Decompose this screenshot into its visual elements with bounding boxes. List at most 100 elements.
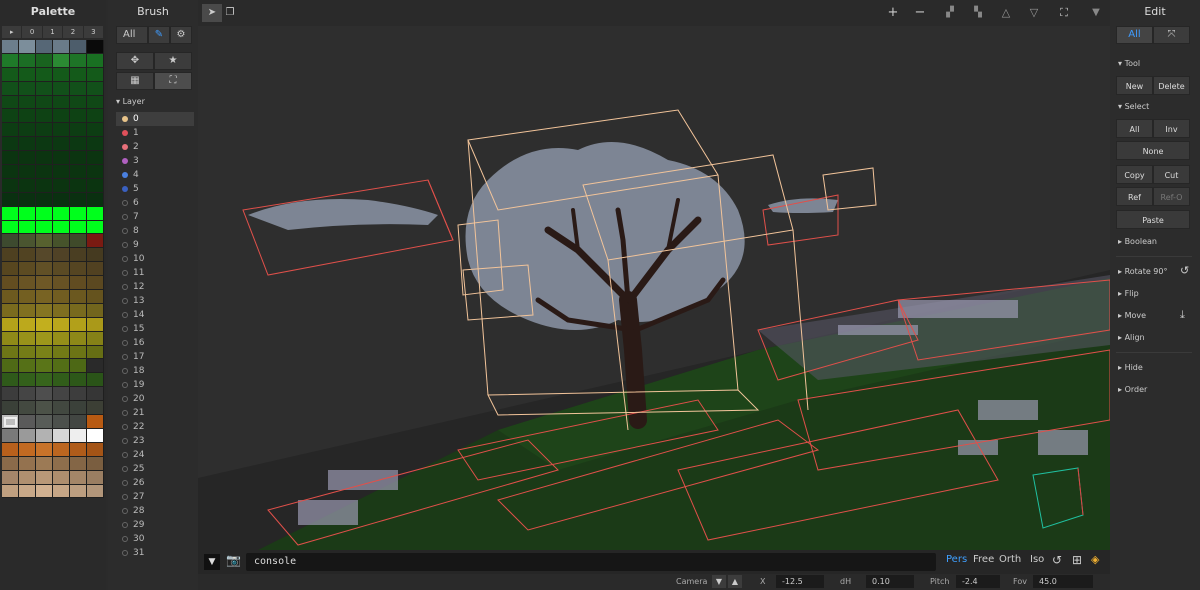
palette-swatch[interactable]	[70, 234, 87, 249]
hide-section[interactable]: ▸ Hide	[1118, 363, 1143, 372]
palette-swatch[interactable]	[36, 415, 53, 429]
palette-swatch[interactable]	[19, 81, 36, 96]
palette-swatch[interactable]	[53, 456, 70, 471]
palette-swatch[interactable]	[70, 220, 87, 235]
palette-swatch[interactable]	[87, 248, 104, 263]
palette-swatch[interactable]	[19, 234, 36, 249]
palette-tab-collapse[interactable]: ▸	[2, 26, 22, 38]
palette-swatch[interactable]	[87, 220, 104, 235]
palette-swatch[interactable]	[19, 178, 36, 193]
ref-button[interactable]: Ref	[1116, 187, 1153, 206]
palette-tab-2[interactable]: 2	[63, 26, 83, 38]
palette-swatch[interactable]	[19, 317, 36, 332]
palette-swatch[interactable]	[2, 67, 19, 82]
palette-swatch[interactable]	[36, 373, 53, 388]
palette-swatch[interactable]	[2, 442, 19, 457]
layer-item[interactable]: 4	[116, 168, 194, 182]
snap-alt-icon[interactable]: ▚	[968, 4, 988, 22]
palette-swatch[interactable]	[36, 53, 53, 68]
palette-swatch[interactable]	[87, 276, 104, 291]
layer-item[interactable]: 8	[116, 224, 194, 238]
brush-move-icon[interactable]: ✥	[116, 52, 154, 70]
palette-swatch[interactable]	[53, 109, 70, 124]
palette-swatch[interactable]	[53, 387, 70, 402]
dh-value-field[interactable]: 0.10	[866, 575, 914, 588]
palette-swatch[interactable]	[87, 192, 104, 207]
palette-tab-0[interactable]: 0	[22, 26, 42, 38]
delete-button[interactable]: Delete	[1153, 76, 1190, 95]
layer-item[interactable]: 24	[116, 448, 194, 462]
palette-swatch[interactable]	[53, 206, 70, 221]
layer-item[interactable]: 13	[116, 294, 194, 308]
palette-swatch[interactable]	[53, 67, 70, 82]
palette-swatch[interactable]	[2, 234, 19, 249]
palette-swatch[interactable]	[87, 206, 104, 221]
palette-swatch[interactable]	[2, 178, 19, 193]
palette-swatch[interactable]	[19, 415, 36, 429]
palette-swatch[interactable]	[87, 415, 104, 429]
palette-swatch[interactable]	[70, 123, 87, 138]
palette-swatch[interactable]	[70, 303, 87, 318]
console-toggle-icon[interactable]: ▼	[204, 554, 220, 570]
palette-swatch[interactable]	[70, 442, 87, 457]
palette-swatch[interactable]	[87, 373, 104, 388]
palette-swatch[interactable]	[19, 345, 36, 360]
palette-swatch[interactable]	[87, 484, 104, 499]
palette-swatch[interactable]	[2, 248, 19, 263]
viewport[interactable]: ➤ ❐ + − ▞ ▚ △ ▽ ⛶ ▼ ▼ 📷 console Pers Fre…	[198, 0, 1110, 590]
cube-icon[interactable]: ◈	[1091, 553, 1099, 566]
layer-item[interactable]: 14	[116, 308, 194, 322]
palette-swatch[interactable]	[36, 345, 53, 360]
palette-swatch[interactable]	[36, 95, 53, 110]
palette-swatch[interactable]	[19, 248, 36, 263]
palette-swatch[interactable]	[87, 359, 104, 374]
layer-header[interactable]: ▾ Layer	[116, 97, 145, 106]
palette-swatch[interactable]	[19, 442, 36, 457]
palette-swatch[interactable]	[70, 137, 87, 152]
layer-item[interactable]: 17	[116, 350, 194, 364]
edit-expand-icon[interactable]: ⤧	[1153, 26, 1190, 44]
layer-item[interactable]: 18	[116, 364, 194, 378]
zoom-in-icon[interactable]: +	[883, 4, 903, 22]
palette-swatch[interactable]	[36, 442, 53, 457]
palette-swatch[interactable]	[87, 345, 104, 360]
palette-swatch[interactable]	[2, 95, 19, 110]
palette-swatch[interactable]	[2, 401, 19, 416]
layer-item[interactable]: 19	[116, 378, 194, 392]
layer-item[interactable]: 28	[116, 504, 194, 518]
palette-swatch[interactable]	[19, 192, 36, 207]
palette-swatch[interactable]	[19, 206, 36, 221]
palette-swatch[interactable]	[53, 220, 70, 235]
palette-swatch[interactable]	[36, 109, 53, 124]
palette-swatch[interactable]	[70, 456, 87, 471]
ref-o-button[interactable]: Ref-O	[1153, 187, 1190, 206]
palette-swatch[interactable]	[87, 53, 104, 68]
rotate-icon[interactable]: ↺	[1180, 264, 1189, 277]
palette-swatch[interactable]	[87, 234, 104, 249]
palette-swatch[interactable]	[36, 484, 53, 499]
palette-swatch[interactable]	[87, 178, 104, 193]
palette-swatch[interactable]	[70, 373, 87, 388]
palette-swatch[interactable]	[53, 428, 70, 443]
brush-settings-icon[interactable]: ⚙	[170, 26, 192, 44]
palette-swatch[interactable]	[70, 262, 87, 277]
new-button[interactable]: New	[1116, 76, 1153, 95]
palette-swatch[interactable]	[70, 165, 87, 179]
palette-swatch[interactable]	[87, 109, 104, 124]
palette-swatch[interactable]	[2, 53, 19, 68]
layer-item[interactable]: 15	[116, 322, 194, 336]
palette-swatch[interactable]	[36, 81, 53, 96]
palette-swatch[interactable]	[70, 415, 87, 429]
palette-swatch[interactable]	[19, 165, 36, 179]
palette-swatch[interactable]	[53, 290, 70, 304]
palette-swatch[interactable]	[87, 40, 104, 54]
palette-swatch[interactable]	[70, 276, 87, 291]
palette-swatch[interactable]	[53, 317, 70, 332]
palette-tab-3[interactable]: 3	[83, 26, 104, 38]
copy-button[interactable]: Copy	[1116, 165, 1153, 184]
brush-filter-all[interactable]: All	[116, 26, 148, 44]
layer-item[interactable]: 9	[116, 238, 194, 252]
layer-item[interactable]: 5	[116, 182, 194, 196]
palette-swatch[interactable]	[70, 428, 87, 443]
layer-item[interactable]: 0	[116, 112, 194, 126]
